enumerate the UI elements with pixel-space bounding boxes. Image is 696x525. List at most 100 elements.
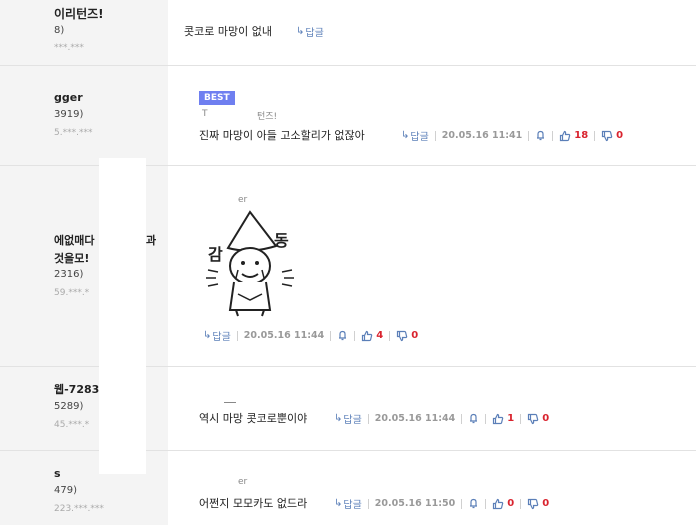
- downvote-button[interactable]: 0: [527, 413, 549, 425]
- downvote-count: 0: [542, 498, 550, 509]
- reply-button[interactable]: ↳ 답글: [401, 128, 429, 143]
- author-nickname-line2: 것을모!: [54, 252, 90, 265]
- divider: [552, 130, 554, 141]
- author-ip: 59.***.*: [54, 288, 90, 298]
- report-button[interactable]: [535, 130, 546, 141]
- author-ip: 45.***.*: [54, 420, 90, 430]
- report-bell-icon: [470, 498, 478, 509]
- quoted-author: er: [238, 477, 248, 487]
- divider: [520, 413, 522, 424]
- thumbs-up-icon: [493, 498, 504, 509]
- reply-label: 답글: [343, 415, 362, 426]
- downvote-button[interactable]: 0: [396, 330, 418, 342]
- reply-label: 답글: [212, 332, 231, 343]
- report-bell-icon: [537, 130, 545, 141]
- downvote-count: 0: [616, 130, 624, 141]
- divider: [485, 413, 487, 424]
- comment-date: 20.05.16 11:44: [243, 330, 325, 341]
- report-button[interactable]: [337, 330, 348, 341]
- reply-label: 답글: [343, 500, 362, 511]
- report-button[interactable]: [468, 498, 479, 509]
- downvote-button[interactable]: 0: [601, 130, 623, 142]
- thumbs-down-icon: [397, 330, 408, 341]
- comment-meta: ↳ 답글 20.05.16 11:44 4 0: [203, 328, 418, 343]
- thumbs-up-icon: [560, 130, 571, 141]
- reply-button[interactable]: ↳ 답글: [203, 328, 231, 343]
- author-nickname[interactable]: 에없매다: [54, 232, 94, 248]
- divider: [367, 498, 369, 509]
- comment-text: 어쩐지 모모카도 없드라: [199, 497, 308, 510]
- reply-button[interactable]: ↳ 답글: [334, 411, 362, 426]
- sticker-image: 감 동: [198, 208, 302, 318]
- thumbs-down-icon: [528, 413, 539, 424]
- quoted-author: T: [202, 109, 208, 119]
- downvote-count: 0: [411, 330, 419, 341]
- author-post-count: 5289): [54, 401, 84, 412]
- author-nickname[interactable]: 이리턴즈!: [54, 5, 104, 22]
- author-nickname[interactable]: gger: [54, 91, 83, 104]
- reply-arrow-icon: ↳: [334, 413, 343, 424]
- thumbs-down-icon: [528, 498, 539, 509]
- reply-arrow-icon: ↳: [401, 130, 410, 141]
- author-nickname-tail: 과: [146, 234, 157, 247]
- reply-arrow-icon: ↳: [334, 498, 343, 509]
- upvote-count: 0: [507, 498, 515, 509]
- sticker-text-right: 동: [274, 231, 289, 250]
- divider: [461, 498, 463, 509]
- divider: [520, 498, 522, 509]
- comment-author-panel: 이리턴즈! 8) ***.***: [0, 0, 168, 65]
- report-bell-icon: [339, 330, 347, 341]
- reply-button[interactable]: ↳ 답글: [296, 24, 324, 39]
- divider: [367, 413, 369, 424]
- upvote-button[interactable]: 0: [492, 498, 514, 510]
- divider: [354, 330, 356, 341]
- author-ip: ***.***: [54, 43, 84, 53]
- downvote-button[interactable]: 0: [527, 498, 549, 510]
- divider: [528, 130, 530, 141]
- thumbs-down-icon: [602, 130, 613, 141]
- author-nickname[interactable]: s: [54, 467, 61, 480]
- reply-button[interactable]: ↳ 답글: [334, 496, 362, 511]
- upvote-button[interactable]: 18: [559, 130, 588, 142]
- comment-item: 이리턴즈! 8) ***.*** 콧코로 마망이 없내 ↳ 답글: [0, 0, 696, 65]
- best-badge: BEST: [199, 91, 235, 105]
- comment-meta: ↳ 답글 20.05.16 11:50 0 0: [334, 496, 549, 511]
- comment-author-panel: gger 3919) 5.***.***: [0, 66, 168, 165]
- comment-date: 20.05.16 11:41: [441, 130, 523, 141]
- author-ip: 5.***.***: [54, 128, 93, 138]
- reply-label: 답글: [305, 28, 324, 39]
- author-post-count: 479): [54, 485, 77, 496]
- divider: [461, 413, 463, 424]
- author-post-count: 8): [54, 25, 65, 36]
- thumbs-up-icon: [493, 413, 504, 424]
- sticker-text-left: 감: [208, 245, 223, 264]
- report-button[interactable]: [468, 413, 479, 424]
- divider: [236, 330, 238, 341]
- comment-text: 콧코로 마망이 없내: [184, 25, 272, 38]
- upvote-button[interactable]: 1: [492, 413, 514, 425]
- comment-item: gger 3919) 5.***.*** BEST T 턴즈! 진짜 마망이 아…: [0, 66, 696, 165]
- comment-date: 20.05.16 11:50: [374, 498, 456, 509]
- author-nickname[interactable]: 웹-7283: [54, 381, 99, 397]
- author-ip: 223.***.***: [54, 504, 104, 514]
- reply-label: 답글: [410, 132, 429, 143]
- quoted-author-line: [224, 402, 236, 403]
- divider: [485, 498, 487, 509]
- redaction-box: [99, 158, 146, 474]
- divider: [330, 330, 332, 341]
- divider: [389, 330, 391, 341]
- author-post-count: 3919): [54, 109, 84, 120]
- reply-arrow-icon: ↳: [296, 26, 305, 37]
- comment-meta: ↳ 답글 20.05.16 11:44 1 0: [334, 411, 549, 426]
- comment-text: 진짜 마망이 아들 고소할리가 없잖아: [199, 129, 365, 142]
- quoted-author-tail: 턴즈!: [257, 112, 278, 122]
- author-post-count: 2316): [54, 269, 84, 280]
- comment-text: 역시 마망 콧코로뿐이야: [199, 412, 308, 425]
- divider: [434, 130, 436, 141]
- upvote-button[interactable]: 4: [361, 330, 383, 342]
- upvote-count: 1: [507, 413, 515, 424]
- report-bell-icon: [470, 413, 478, 424]
- comment-meta: ↳ 답글 20.05.16 11:41 18 0: [401, 128, 623, 143]
- comment-meta: ↳ 답글: [296, 24, 324, 39]
- upvote-count: 18: [574, 130, 589, 141]
